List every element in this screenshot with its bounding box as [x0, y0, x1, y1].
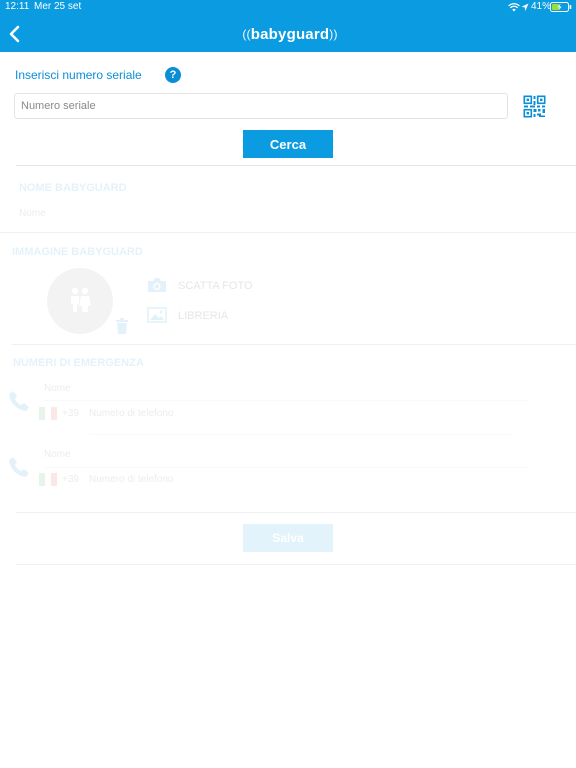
- library-button[interactable]: LIBRERIA: [178, 310, 228, 322]
- avatar[interactable]: [47, 268, 113, 334]
- disabled-form: NOME BABYGUARD Nome IMMAGINE BABYGUARD S…: [0, 166, 576, 568]
- help-icon[interactable]: ?: [165, 67, 181, 83]
- contact-name-underline: [44, 467, 528, 468]
- wave-right-icon: )): [329, 27, 338, 41]
- contact-name-input[interactable]: Nome: [44, 383, 71, 394]
- qr-code-icon[interactable]: [523, 95, 546, 118]
- wifi-icon: [508, 3, 520, 12]
- contact-phone-input[interactable]: Numero di telefono: [89, 408, 174, 419]
- phone-icon: [9, 391, 29, 411]
- phone-icon: [9, 457, 29, 477]
- babyguard-name-input[interactable]: Nome: [19, 208, 46, 219]
- italy-flag-icon[interactable]: [39, 407, 57, 420]
- battery-icon: [550, 2, 572, 12]
- children-icon: [71, 287, 91, 312]
- battery-percentage: 41%: [531, 1, 552, 12]
- status-date: Mer 25 set: [34, 1, 82, 12]
- take-photo-button[interactable]: SCATTA FOTO: [178, 280, 253, 292]
- emergency-numbers-title: NUMERI DI EMERGENZA: [13, 357, 144, 369]
- italy-flag-icon[interactable]: [39, 473, 57, 486]
- country-prefix[interactable]: +39: [62, 408, 79, 419]
- status-time: 12:11: [5, 1, 30, 12]
- serial-number-input[interactable]: [14, 93, 508, 119]
- divider: [12, 344, 576, 345]
- logo-text: babyguard: [250, 25, 330, 43]
- babyguard-name-title: NOME BABYGUARD: [19, 182, 127, 194]
- camera-icon[interactable]: [147, 277, 167, 293]
- search-button[interactable]: Cerca: [243, 130, 333, 158]
- gallery-icon[interactable]: [147, 307, 167, 323]
- country-prefix[interactable]: +39: [62, 474, 79, 485]
- wave-left-icon: ((: [242, 27, 251, 41]
- contact-name-input[interactable]: Nome: [44, 449, 71, 460]
- location-arrow-icon: [521, 3, 529, 11]
- divider: [16, 564, 576, 565]
- trash-icon[interactable]: [115, 318, 129, 334]
- status-bar: 12:11 Mer 25 set 41%: [0, 0, 576, 14]
- divider: [0, 232, 576, 233]
- contact-phone-input[interactable]: Numero di telefono: [89, 474, 174, 485]
- divider: [16, 512, 576, 513]
- contact-name-underline: [44, 400, 528, 401]
- contact-phone-underline: [89, 434, 513, 435]
- serial-number-title: Inserisci numero seriale: [15, 68, 142, 82]
- app-logo: (( babyguard )): [242, 24, 338, 44]
- save-button[interactable]: Salva: [243, 524, 333, 552]
- chevron-left-icon[interactable]: [8, 25, 22, 43]
- babyguard-image-title: IMMAGINE BABYGUARD: [12, 246, 143, 258]
